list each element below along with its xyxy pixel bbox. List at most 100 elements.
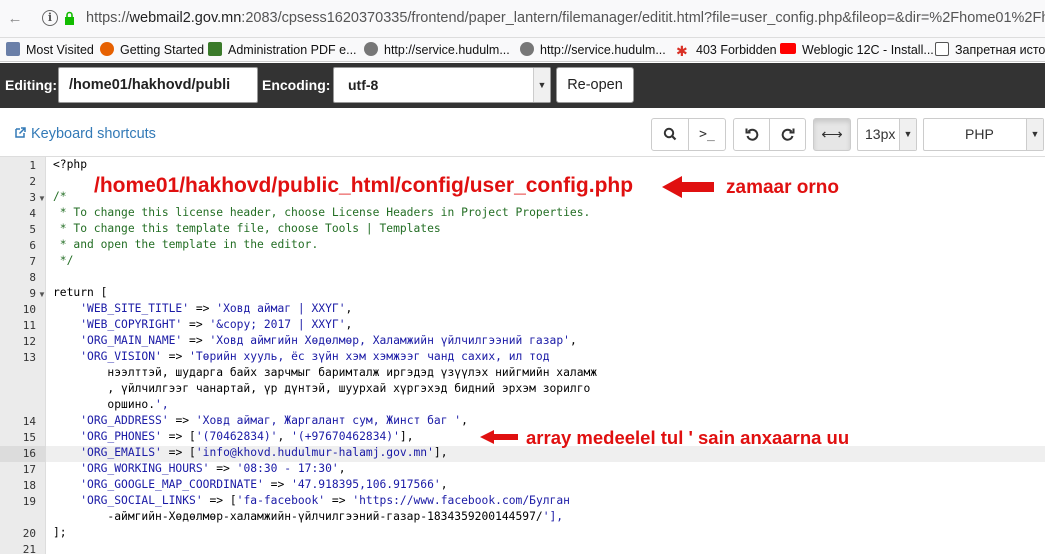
line-number: 9 bbox=[29, 287, 36, 300]
code-line: 'ORG_MAIN_NAME' => 'Ховд аймгийн Хөдөлмө… bbox=[80, 334, 577, 347]
bookmark-administration-pdf[interactable]: Administration PDF e... bbox=[208, 42, 357, 60]
keyboard-shortcuts-link[interactable]: Keyboard shortcuts bbox=[14, 126, 156, 142]
line-number: 8 bbox=[29, 271, 36, 284]
code-line: , үйлчилгээг чанартай, үр дүнтэй, шуурха… bbox=[53, 382, 591, 395]
globe-icon bbox=[364, 42, 378, 56]
chevron-down-icon: ▼ bbox=[899, 119, 916, 150]
code-line: <?php bbox=[53, 158, 88, 171]
bookmark-label: http://service.hudulm... bbox=[540, 43, 666, 57]
bookmark-label: Weblogic 12C - Install... bbox=[802, 43, 934, 57]
line-number: 1 bbox=[29, 159, 36, 172]
font-size-value: 13px bbox=[865, 126, 896, 142]
line-number: 12 bbox=[22, 335, 36, 348]
code-line: 'WEB_COPYRIGHT' => '&copy; 2017 | ХХҮГ', bbox=[80, 318, 353, 331]
annotation-path-comment: zamaar orno bbox=[726, 177, 839, 198]
bookmark-label: http://service.hudulm... bbox=[384, 43, 510, 57]
bookmark-most-visited[interactable]: Most Visited bbox=[6, 42, 94, 60]
chevron-down-icon: ▼ bbox=[533, 68, 550, 102]
chevron-down-icon: ▼ bbox=[1026, 119, 1043, 150]
code-line: /* bbox=[53, 190, 67, 203]
firefox-icon bbox=[100, 42, 114, 56]
code-line: 'ORG_GOOGLE_MAP_COORDINATE' => '47.91839… bbox=[80, 478, 448, 491]
globe-icon bbox=[520, 42, 534, 56]
line-number: 5 bbox=[29, 223, 36, 236]
bookmark-page[interactable]: Запретная истор bbox=[935, 42, 1045, 60]
terminal-icon: >_ bbox=[699, 127, 715, 142]
bookmark-label: Administration PDF e... bbox=[228, 43, 357, 57]
page-icon bbox=[935, 42, 949, 56]
code-editor[interactable]: 1 2 3 4 5 6 7 8 9 10 11 12 13 14 15 16 17 18 19 20 21 <?php /… bbox=[0, 156, 1045, 554]
search-button[interactable] bbox=[651, 118, 689, 151]
undo-button[interactable] bbox=[733, 118, 770, 151]
address-input[interactable]: https://webmail2.gov.mn:2083/cpsess16203… bbox=[86, 10, 1045, 26]
redo-icon bbox=[781, 128, 794, 141]
editing-label: Editing: bbox=[5, 77, 58, 93]
line-number: 3 bbox=[29, 191, 36, 204]
line-number: 6 bbox=[29, 239, 36, 252]
bookmarks-icon bbox=[6, 42, 20, 56]
arrows-horizontal-icon: ⟷ bbox=[821, 126, 843, 143]
fold-toggle-icon[interactable]: ▼ bbox=[38, 290, 46, 299]
line-number: 21 bbox=[22, 543, 36, 554]
code-line: * and open the template in the editor. bbox=[53, 238, 319, 251]
bookmark-label: Запретная истор bbox=[955, 43, 1045, 57]
bookmark-weblogic[interactable]: Weblogic 12C - Install... bbox=[780, 42, 934, 60]
font-size-select[interactable]: 13px ▼ bbox=[857, 118, 917, 151]
mode-select[interactable]: PHP ▼ bbox=[923, 118, 1044, 151]
code-line: 'ORG_EMAILS' => ['info@khovd.hudulmur-ha… bbox=[80, 446, 448, 459]
editor-header-bar: Editing: /home01/hakhovd/publi Encoding:… bbox=[0, 63, 1045, 108]
line-number: 4 bbox=[29, 207, 36, 220]
line-number: 18 bbox=[22, 479, 36, 492]
line-number: 11 bbox=[22, 319, 36, 332]
annotation-arrow-icon bbox=[480, 430, 518, 444]
reopen-button[interactable]: Re-open bbox=[556, 67, 634, 103]
external-link-icon bbox=[15, 127, 26, 138]
line-number: 2 bbox=[29, 175, 36, 188]
encoding-select[interactable]: utf-8 ▼ bbox=[333, 67, 551, 103]
wrap-toggle-button[interactable]: ⟷ bbox=[813, 118, 851, 151]
undo-icon bbox=[745, 128, 758, 141]
code-line: 'ORG_ADDRESS' => 'Ховд аймаг, Жаргалант … bbox=[80, 414, 468, 427]
line-number: 10 bbox=[22, 303, 36, 316]
code-line: 'ORG_WORKING_HOURS' => '08:30 - 17:30', bbox=[80, 462, 346, 475]
browser-url-bar: ← i https://webmail2.gov.mn:2083/cpsess1… bbox=[0, 0, 1045, 38]
line-number: 19 bbox=[22, 495, 36, 508]
bookmark-403-forbidden[interactable]: ✱ 403 Forbidden bbox=[676, 42, 777, 60]
encoding-label: Encoding: bbox=[262, 77, 331, 93]
code-line: 'ORG_VISION' => 'Төрийн хууль, ёс зүйн х… bbox=[80, 350, 550, 363]
code-line: нээлттэй, шударга байх зарчмыг баримталж… bbox=[53, 366, 598, 379]
code-line: ]; bbox=[53, 526, 67, 539]
bookmark-label: Getting Started bbox=[120, 43, 205, 57]
fold-toggle-icon[interactable]: ▼ bbox=[38, 194, 46, 203]
redo-button[interactable] bbox=[769, 118, 806, 151]
lock-icon bbox=[65, 11, 74, 25]
file-path-field[interactable]: /home01/hakhovd/publi bbox=[58, 67, 258, 103]
keyboard-shortcuts-label: Keyboard shortcuts bbox=[31, 126, 156, 142]
line-number: 16 bbox=[22, 447, 36, 460]
bookmark-getting-started[interactable]: Getting Started bbox=[100, 42, 204, 60]
book-icon bbox=[208, 42, 222, 56]
annotation-arrow-icon bbox=[662, 176, 714, 198]
code-line: оршино.', bbox=[53, 398, 169, 411]
bookmark-service-1[interactable]: http://service.hudulm... bbox=[364, 42, 510, 60]
code-line: */ bbox=[53, 254, 74, 267]
annotation-path-note: /home01/hakhovd/public_html/config/user_… bbox=[94, 174, 634, 197]
line-number: 7 bbox=[29, 255, 36, 268]
goto-line-button[interactable]: >_ bbox=[688, 118, 726, 151]
line-number: 14 bbox=[22, 415, 36, 428]
code-line: * To change this license header, choose … bbox=[53, 206, 591, 219]
code-line: 'ORG_SOCIAL_LINKS' => ['fa-facebook' => … bbox=[80, 494, 570, 507]
bookmark-service-2[interactable]: http://service.hudulm... bbox=[520, 42, 666, 60]
code-line: -аймгийн-Хөдөлмөр-халамжийн-үйлчилгээний… bbox=[53, 510, 564, 523]
line-number: 20 bbox=[22, 527, 36, 540]
line-number: 17 bbox=[22, 463, 36, 476]
bookmarks-bar: Most Visited Getting Started Administrat… bbox=[0, 38, 1045, 62]
bookmark-label: 403 Forbidden bbox=[696, 43, 777, 57]
editor-toolbar: Keyboard shortcuts >_ ⟷ 13px ▼ PHP ▼ bbox=[0, 108, 1045, 156]
code-line: 'ORG_PHONES' => ['(70462834)', '(+976704… bbox=[80, 430, 414, 443]
youtube-icon bbox=[780, 43, 796, 54]
site-info-icon[interactable]: i bbox=[42, 10, 58, 26]
back-icon[interactable]: ← bbox=[6, 10, 24, 28]
code-line: return [ bbox=[53, 286, 108, 299]
line-number: 13 bbox=[22, 351, 36, 364]
